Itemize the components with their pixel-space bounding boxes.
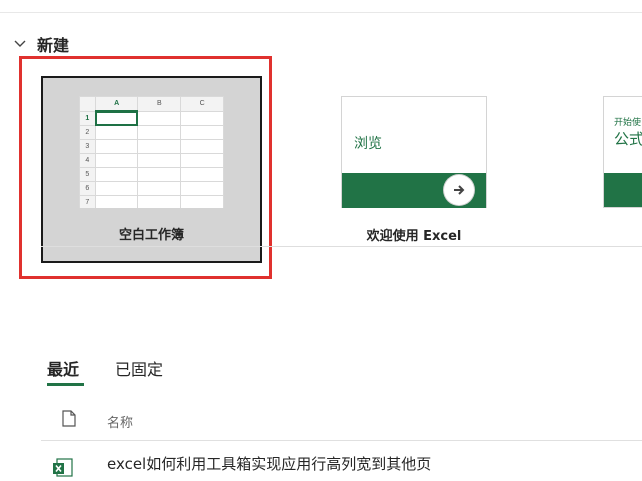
welcome-excel-tile[interactable]: 浏览 xyxy=(341,96,487,208)
grid-cell xyxy=(137,195,182,208)
grid-cell xyxy=(180,167,224,182)
spreadsheet-preview-grid: ABC 1234567 xyxy=(79,96,224,208)
formula-tutorial-tile[interactable]: 开始使 公式 xyxy=(603,96,642,208)
grid-cell xyxy=(94,181,139,196)
new-section-header[interactable]: 新建 xyxy=(14,33,69,55)
grid-cell xyxy=(180,110,224,126)
blank-workbook-label: 空白工作簿 xyxy=(118,228,184,243)
column-header-b: B xyxy=(137,96,182,112)
grid-cell xyxy=(137,181,182,196)
arrow-right-icon xyxy=(444,175,474,205)
column-header-a: A xyxy=(94,96,139,112)
grid-cell xyxy=(137,125,182,140)
excel-file-icon xyxy=(53,457,73,477)
row-header-6: 6 xyxy=(79,181,96,196)
new-section-title: 新建 xyxy=(37,36,70,55)
grid-corner xyxy=(79,96,96,112)
grid-cell xyxy=(94,167,139,182)
formula-tile-big-text: 公式 xyxy=(614,130,642,148)
column-header-name[interactable]: 名称 xyxy=(107,412,133,431)
grid-cell xyxy=(137,153,182,168)
grid-cell xyxy=(137,110,182,126)
grid-cell xyxy=(137,167,182,182)
welcome-excel-label: 欢迎使用 Excel xyxy=(366,229,462,244)
grid-cell xyxy=(180,153,224,168)
spreadsheet-preview: ABC 1234567 xyxy=(79,96,224,208)
chevron-down-icon xyxy=(14,40,26,48)
grid-cell xyxy=(180,139,224,154)
browse-text: 浏览 xyxy=(354,136,382,152)
tab-recent[interactable]: 最近 xyxy=(47,356,79,380)
row-header-2: 2 xyxy=(79,125,96,140)
grid-cell xyxy=(94,195,139,208)
row-header-5: 5 xyxy=(79,167,96,182)
formula-tile-band xyxy=(604,173,642,207)
row-header-4: 4 xyxy=(79,153,96,168)
grid-cell xyxy=(180,195,224,208)
section-divider xyxy=(41,246,642,247)
grid-cell xyxy=(94,153,139,168)
tab-recent-underline xyxy=(47,383,84,386)
row-header-7: 7 xyxy=(79,195,96,208)
grid-cell xyxy=(137,139,182,154)
blank-workbook-tile[interactable]: ABC 1234567 空白工作簿 xyxy=(41,76,262,263)
grid-cell xyxy=(180,181,224,196)
document-icon xyxy=(62,410,76,431)
top-divider xyxy=(0,12,642,13)
grid-cell xyxy=(94,125,139,140)
recent-file-name[interactable]: excel如何利用工具箱实现应用行高列宽到其他页 xyxy=(107,453,431,474)
grid-cell xyxy=(94,110,139,126)
grid-cell xyxy=(94,139,139,154)
row-header-3: 3 xyxy=(79,139,96,154)
row-header-1: 1 xyxy=(79,110,96,126)
list-divider xyxy=(41,440,642,441)
column-header-c: C xyxy=(180,96,224,112)
formula-tile-small-text: 开始使 xyxy=(614,118,642,128)
grid-cell xyxy=(180,125,224,140)
tab-pinned[interactable]: 已固定 xyxy=(115,356,163,380)
